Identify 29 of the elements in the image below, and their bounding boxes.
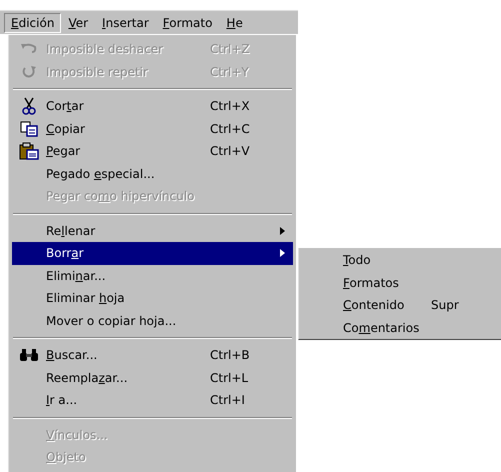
menu-item[interactable]: Ir a... Ctrl+I: [12, 389, 293, 412]
submenu-arrow-icon: [280, 249, 285, 258]
menu-bar-item[interactable]: Ver: [61, 12, 96, 32]
clipboard-icon: [19, 142, 39, 160]
menu-item[interactable]: Contenido Supr: [299, 294, 501, 316]
menu-bar-item[interactable]: He: [219, 12, 250, 32]
submenu-arrow-icon: [280, 226, 285, 235]
menu-item[interactable]: Comentarios: [299, 316, 501, 339]
menu-item[interactable]: Pegado especial...: [12, 162, 293, 185]
redo-icon: [21, 64, 37, 79]
menu-item[interactable]: Copiar Ctrl+C: [12, 118, 293, 140]
scissors-icon: [22, 97, 36, 116]
menu-item[interactable]: Formatos: [299, 272, 501, 294]
binoculars-icon: [19, 348, 39, 362]
undo-icon: [20, 43, 38, 56]
menu-item[interactable]: Rellenar: [12, 220, 293, 242]
menu-bar-item[interactable]: Insertar: [95, 12, 156, 32]
menu-item[interactable]: Eliminar hoja: [12, 287, 293, 310]
menu-item[interactable]: Pegar Ctrl+V: [12, 140, 293, 162]
menu-item[interactable]: Eliminar...: [12, 264, 293, 287]
menu-item[interactable]: Todo: [299, 249, 501, 272]
menu-item[interactable]: Buscar... Ctrl+B: [12, 344, 293, 366]
menu-bar-item[interactable]: Edición: [4, 12, 62, 32]
menu-item[interactable]: Borrar: [12, 242, 293, 264]
menu-item[interactable]: Mover o copiar hoja...: [12, 310, 293, 332]
menu-item[interactable]: Reemplazar... Ctrl+L: [12, 366, 293, 389]
menu-bar-item[interactable]: Formato: [156, 12, 220, 32]
menu-item[interactable]: Cortar Ctrl+X: [12, 95, 293, 118]
copy-icon: [20, 120, 38, 137]
